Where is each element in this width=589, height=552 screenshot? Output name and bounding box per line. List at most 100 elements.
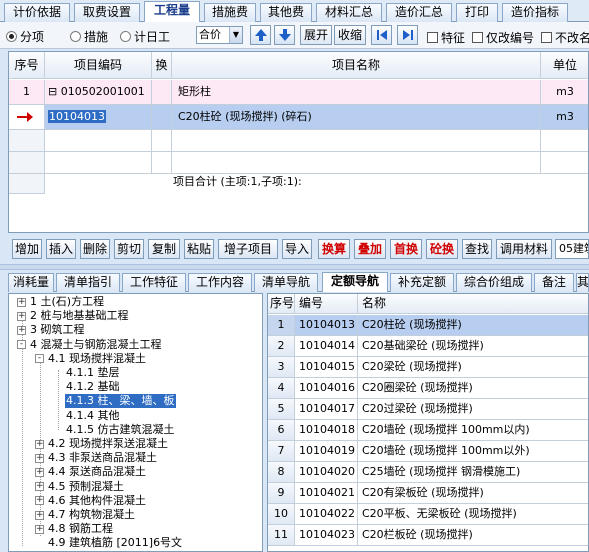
quota-library-field[interactable]: 05建筑 bbox=[555, 239, 589, 259]
table-row[interactable]: 2 10104014 C20基础梁砼 (现场搅拌) bbox=[268, 336, 588, 357]
tree-node-label[interactable]: 4.1 现场搅拌混凝土 bbox=[47, 352, 147, 366]
radio-measures[interactable]: 措施 bbox=[70, 28, 108, 44]
expand-icon[interactable]: + bbox=[35, 467, 44, 477]
expand-icon[interactable]: + bbox=[17, 325, 26, 335]
tree-node[interactable]: +4.6 其他构件混凝土 bbox=[35, 494, 147, 508]
table-row[interactable]: 7 10104019 C20墙砼 (现场搅拌 100mm以外) bbox=[268, 441, 588, 462]
tree-node-label[interactable]: 4.6 其他构件混凝土 bbox=[47, 494, 147, 508]
tab-print[interactable]: 打印 bbox=[456, 3, 498, 22]
find-button[interactable]: 查找 bbox=[462, 239, 492, 259]
delete-button[interactable]: 删除 bbox=[80, 239, 110, 259]
tree-node[interactable]: 4.1.4 其他 bbox=[53, 409, 121, 423]
tree-node-label[interactable]: 4.1.3 柱、梁、墙、板 bbox=[65, 394, 176, 409]
row-swap[interactable] bbox=[152, 105, 172, 130]
tree-node-label[interactable]: 4.8 钢筋工程 bbox=[47, 522, 114, 536]
call-material-button[interactable]: 调用材料 bbox=[496, 239, 552, 259]
tree-node-label[interactable]: 4 混凝土与钢筋混凝土工程 bbox=[29, 338, 163, 352]
tree-node-label[interactable]: 4.5 预制混凝土 bbox=[47, 480, 125, 494]
tab-bill-guide[interactable]: 清单指引 bbox=[56, 273, 120, 292]
tree-node[interactable]: 4.1.2 基础 bbox=[53, 380, 121, 394]
expand-icon[interactable]: + bbox=[35, 453, 44, 463]
row-name[interactable]: 矩形柱 bbox=[172, 80, 541, 105]
tree-node-label[interactable]: 4.4 泵送商品混凝土 bbox=[47, 465, 147, 479]
table-row[interactable]: 1 10104013 C20柱砼 (现场搅拌) bbox=[268, 315, 588, 336]
keep-name-checkbox[interactable]: 不改名 bbox=[541, 29, 589, 46]
code-only-checkbox[interactable]: 仅改编号 bbox=[472, 29, 534, 46]
tab-cost-summary[interactable]: 造价汇总 bbox=[386, 3, 452, 22]
tab-notes[interactable]: 备注 bbox=[534, 273, 574, 292]
tab-cost-index[interactable]: 造价指标 bbox=[502, 3, 568, 22]
expand-icon[interactable]: + bbox=[17, 311, 26, 321]
tab-quantities[interactable]: 工程量 bbox=[144, 1, 200, 23]
price-type-select[interactable]: 合价 ▼ bbox=[196, 26, 243, 44]
overlay-button[interactable]: 叠加 bbox=[354, 239, 386, 259]
expand-icon[interactable]: + bbox=[17, 297, 26, 307]
tree-node-label[interactable]: 4.3 非泵送商品混凝土 bbox=[47, 451, 158, 465]
radio-daywork[interactable]: 计日工 bbox=[120, 28, 170, 44]
table-row[interactable]: 5 10104017 C20过梁砼 (现场搅拌) bbox=[268, 399, 588, 420]
row-swap[interactable] bbox=[152, 80, 172, 105]
tree-node[interactable]: +4.4 泵送商品混凝土 bbox=[35, 465, 147, 479]
tab-work-content[interactable]: 工作内容 bbox=[188, 273, 252, 292]
collapse-button[interactable]: 收缩 bbox=[334, 25, 366, 45]
row-unit[interactable]: m3 bbox=[541, 105, 588, 130]
move-down-button[interactable] bbox=[274, 25, 295, 45]
table-row[interactable]: 1 ⊟ 010502001001 矩形柱 m3 bbox=[9, 80, 588, 105]
expand-button[interactable]: 展开 bbox=[300, 25, 332, 45]
tree-node-label[interactable]: 1 土(石)方工程 bbox=[29, 295, 105, 309]
tree-node[interactable]: +4.8 钢筋工程 bbox=[35, 522, 114, 536]
tab-supplement-quota[interactable]: 补充定额 bbox=[390, 273, 454, 292]
add-subitem-button[interactable]: 增子项目 bbox=[218, 239, 278, 259]
first-record-button[interactable] bbox=[371, 25, 392, 45]
first-swap-button[interactable]: 首换 bbox=[390, 239, 422, 259]
collapse-icon[interactable]: ⊟ bbox=[48, 85, 57, 98]
table-row[interactable]: 11 10104023 C20栏板砼 (现场搅拌) bbox=[268, 525, 588, 546]
tree-node-label[interactable]: 4.9 建筑植筋 [2011]6号文 bbox=[47, 536, 183, 550]
import-button[interactable]: 导入 bbox=[282, 239, 312, 259]
table-row[interactable]: 10 10104022 C20平板、无梁板砼 (现场搅拌) bbox=[268, 504, 588, 525]
tree-node-label[interactable]: 3 砌筑工程 bbox=[29, 323, 86, 337]
tab-pricing-basis[interactable]: 计价依据 bbox=[4, 3, 70, 22]
add-button[interactable]: 增加 bbox=[12, 239, 42, 259]
feature-checkbox[interactable]: 特征 bbox=[427, 29, 465, 46]
table-row[interactable]: 4 10104016 C20圈梁砼 (现场搅拌) bbox=[268, 378, 588, 399]
row-code-cell[interactable]: 10104013 bbox=[45, 105, 152, 130]
tab-other-fees[interactable]: 其他费 bbox=[260, 3, 312, 22]
table-row[interactable]: 6 10104018 C20墙砼 (现场搅拌 100mm以内) bbox=[268, 420, 588, 441]
table-row[interactable]: 10104013 C20柱砼 (现场搅拌) (碎石) m3 bbox=[9, 105, 588, 130]
insert-button[interactable]: 插入 bbox=[46, 239, 76, 259]
tab-more[interactable]: 其 bbox=[576, 273, 589, 292]
collapse-icon[interactable]: - bbox=[35, 354, 44, 364]
tab-bill-nav[interactable]: 清单导航 bbox=[254, 273, 318, 292]
collapse-icon[interactable]: - bbox=[17, 340, 26, 350]
tree-node-label[interactable]: 4.1.5 仿古建筑混凝土 bbox=[65, 423, 176, 437]
tree-node[interactable]: +2 桩与地基基础工程 bbox=[17, 309, 130, 323]
tab-fee-settings[interactable]: 取费设置 bbox=[74, 3, 140, 22]
tree-node[interactable]: 4.1.3 柱、梁、墙、板 bbox=[53, 394, 176, 409]
radio-items[interactable]: 分项 bbox=[6, 28, 44, 44]
tab-material-summary[interactable]: 材料汇总 bbox=[316, 3, 382, 22]
table-row[interactable]: 3 10104015 C20梁砼 (现场搅拌) bbox=[268, 357, 588, 378]
tab-measure-fees[interactable]: 措施费 bbox=[204, 3, 256, 22]
row-code[interactable]: 10104013 bbox=[48, 110, 106, 123]
copy-button[interactable]: 复制 bbox=[148, 239, 180, 259]
splitter[interactable] bbox=[0, 264, 589, 270]
chevron-down-icon[interactable]: ▼ bbox=[229, 27, 242, 43]
tree-node-label[interactable]: 4.7 构筑物混凝土 bbox=[47, 508, 136, 522]
tree-node[interactable]: +4.5 预制混凝土 bbox=[35, 480, 125, 494]
tree-node-label[interactable]: 2 桩与地基基础工程 bbox=[29, 309, 130, 323]
tab-work-features[interactable]: 工作特征 bbox=[122, 273, 186, 292]
tree-node-label[interactable]: 4.1.1 垫层 bbox=[65, 366, 121, 380]
tree-node[interactable]: +3 砌筑工程 bbox=[17, 323, 86, 337]
conversion-button[interactable]: 换算 bbox=[318, 239, 350, 259]
tab-consumption[interactable]: 消耗量 bbox=[8, 273, 54, 292]
tree-node[interactable]: 4.1.1 垫层 bbox=[53, 366, 121, 380]
tree-node[interactable]: 4.1.5 仿古建筑混凝土 bbox=[53, 423, 176, 437]
tree-node[interactable]: +4.3 非泵送商品混凝土 bbox=[35, 451, 158, 465]
cut-button[interactable]: 剪切 bbox=[114, 239, 144, 259]
concrete-swap-button[interactable]: 砼换 bbox=[426, 239, 458, 259]
tree-node-label[interactable]: 4.1.2 基础 bbox=[65, 380, 121, 394]
tree-node-label[interactable]: 4.2 现场搅拌泵送混凝土 bbox=[47, 437, 169, 451]
tree-node[interactable]: -4.1 现场搅拌混凝土 bbox=[35, 352, 147, 366]
expand-icon[interactable]: + bbox=[35, 496, 44, 506]
